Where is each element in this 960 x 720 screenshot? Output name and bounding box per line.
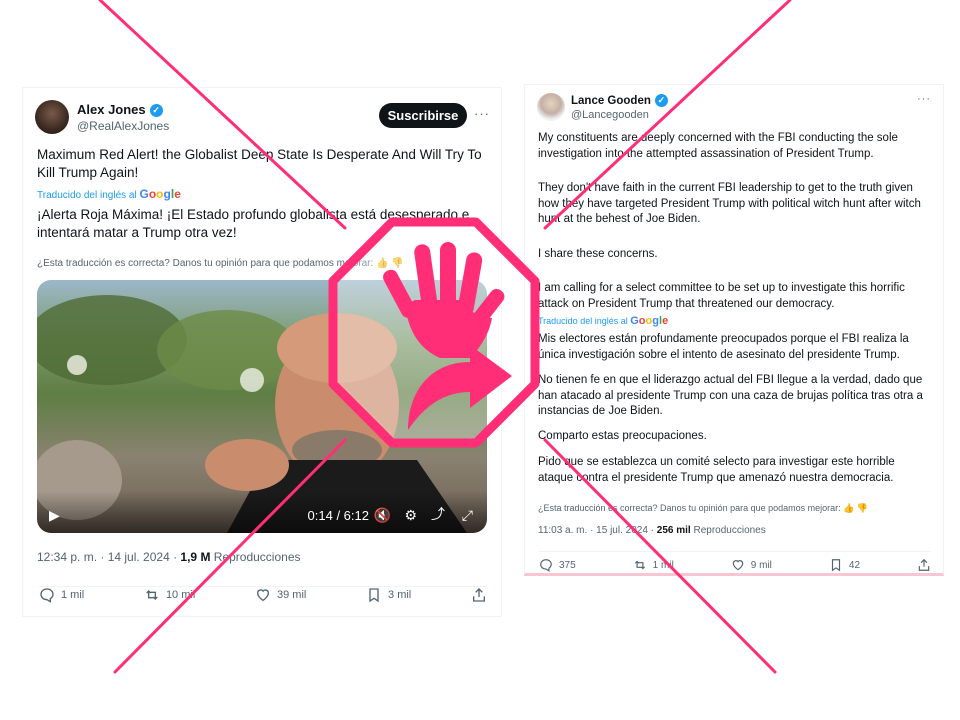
tweet-alex-jones: Alex Jones ✓ @RealAlexJones Suscribirse ·…	[22, 87, 502, 617]
heart-icon	[732, 560, 744, 571]
author-name[interactable]: Alex Jones ✓	[77, 102, 163, 117]
avatar[interactable]	[35, 100, 69, 134]
tweet-text-es: ¡Alerta Roja Máxima! ¡El Estado profundo…	[37, 207, 470, 241]
verified-badge-icon: ✓	[654, 94, 668, 107]
subscribe-button[interactable]: Suscribirse	[379, 103, 467, 128]
settings-icon[interactable]: ⚙	[404, 507, 417, 524]
translated-paragraph-3: Comparto estas preocupaciones.	[538, 430, 707, 442]
repost-button[interactable]: 1 mil	[633, 558, 674, 572]
verified-badge-icon: ✓	[149, 104, 163, 117]
like-count: 39 mil	[276, 589, 307, 601]
tweet-paragraph-4: I am calling for a select committee to b…	[538, 282, 905, 310]
bookmark-count: 3 mil	[388, 589, 412, 601]
mute-icon[interactable]: 🔇	[374, 507, 391, 524]
bookmark-button[interactable]: 3 mil	[366, 587, 411, 603]
translated-paragraph-4: Pido que se establezca un comité selecto…	[538, 456, 895, 484]
repost-button[interactable]: 10 mil	[144, 587, 195, 603]
reply-count: 375	[559, 559, 576, 571]
reply-button[interactable]: 375	[539, 558, 576, 572]
tweet-meta: 11:03 a. m. · 15 jul. 2024 · 256 mil Rep…	[538, 525, 766, 536]
translated-by: Traducido del inglés al Google	[37, 187, 181, 201]
tweet-paragraph-3: I share these concerns.	[538, 248, 658, 260]
tweet-text-en: Maximum Red Alert! the Globalist Deep St…	[37, 147, 482, 181]
thumbs-up-icon[interactable]: 👍	[843, 503, 854, 513]
fullscreen-icon[interactable]: ⤢	[462, 507, 473, 524]
thumbs-up-icon[interactable]: 👍	[376, 258, 388, 269]
google-logo: Google	[630, 315, 669, 327]
reply-button[interactable]: 1 mil	[39, 587, 84, 603]
video-player[interactable]: ▶ 0:14 / 6:12 🔇 ⚙ ⤴ ⤢	[37, 280, 487, 533]
video-time: 0:14 / 6:12	[307, 508, 369, 523]
share-button[interactable]	[471, 587, 487, 603]
translated-paragraph-2: No tienen fe en que el liderazgo actual …	[538, 374, 923, 418]
tweet-actions: 375 1 mil 9 mil 42	[539, 551, 931, 572]
like-button[interactable]: 9 mil	[731, 558, 772, 572]
share-button[interactable]	[917, 558, 931, 572]
translated-paragraph-1: Mis electores están profundamente preocu…	[538, 333, 909, 361]
more-options-icon[interactable]: ···	[917, 93, 931, 105]
tweet-meta: 12:34 p. m. · 14 jul. 2024 · 1,9 M Repro…	[37, 550, 301, 564]
bookmark-button[interactable]: 42	[829, 558, 860, 572]
bookmark-icon	[831, 559, 840, 572]
video-controls-bar	[37, 491, 487, 533]
translation-feedback: ¿Esta traducción es correcta? Danos tu o…	[538, 503, 869, 513]
author-handle[interactable]: @RealAlexJones	[77, 119, 169, 133]
tweet-actions: 1 mil 10 mil 39 mil 3 mil	[39, 586, 487, 603]
tweet-paragraph-2: They don't have faith in the current FBI…	[538, 182, 921, 226]
bookmark-count: 42	[848, 559, 861, 571]
share-icon	[918, 558, 930, 571]
tweet-paragraph-1: My constituents are deeply concerned wit…	[538, 132, 898, 160]
author-handle[interactable]: @Lancegooden	[571, 109, 649, 121]
reply-icon	[540, 559, 552, 572]
google-logo: Google	[139, 187, 181, 201]
thumbs-down-icon[interactable]: 👎	[857, 503, 868, 513]
like-count: 9 mil	[750, 559, 772, 571]
pip-icon[interactable]: ⤴	[431, 504, 445, 524]
avatar[interactable]	[537, 93, 565, 121]
more-options-icon[interactable]: ···	[474, 106, 490, 121]
play-icon[interactable]: ▶	[49, 507, 60, 524]
thumbs-down-icon[interactable]: 👎	[391, 258, 403, 269]
translated-by: Traducido del inglés al Google	[538, 315, 669, 327]
tweet-lance-gooden: Lance Gooden ✓ @Lancegooden ··· My consti…	[524, 84, 944, 576]
like-button[interactable]: 39 mil	[255, 587, 306, 603]
repost-count: 1 mil	[652, 559, 674, 571]
heart-icon	[256, 589, 269, 602]
repost-icon	[146, 590, 158, 600]
translation-feedback: ¿Esta traducción es correcta? Danos tu o…	[37, 258, 404, 269]
share-icon	[472, 588, 485, 602]
bookmark-icon	[369, 588, 379, 603]
repost-icon	[634, 560, 645, 570]
reply-count: 1 mil	[61, 589, 85, 601]
author-name[interactable]: Lance Gooden ✓	[571, 94, 668, 107]
reply-icon	[40, 588, 54, 603]
repost-count: 10 mil	[165, 589, 196, 601]
